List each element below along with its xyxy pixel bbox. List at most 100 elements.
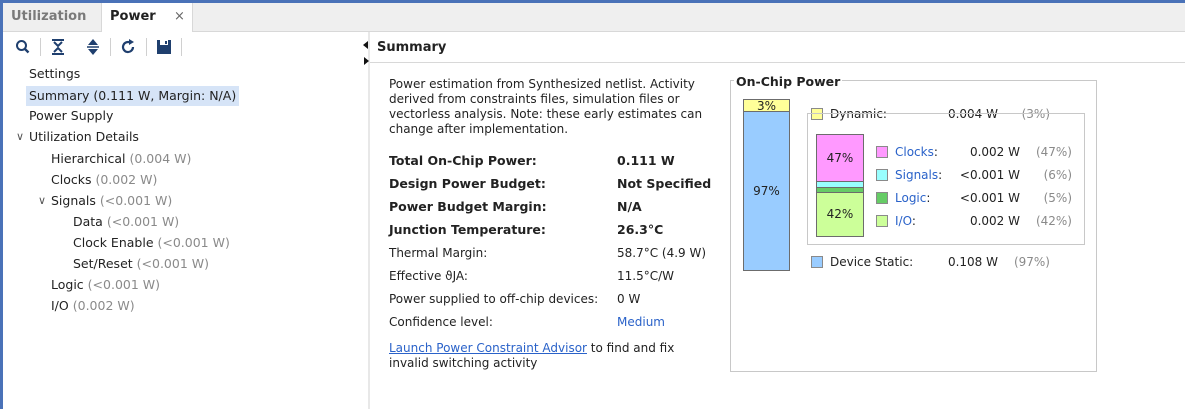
tree-item-label: Hierarchical <box>51 151 126 166</box>
toolbar <box>3 32 369 62</box>
tree-item-value: (<0.001 W) <box>136 256 209 271</box>
device-static-swatch <box>811 256 823 268</box>
static-bar-segment: 97% <box>744 112 789 270</box>
collapse-left-icon[interactable] <box>363 41 368 49</box>
device-static-label: Device Static: <box>830 255 914 269</box>
device-static-pct: (97%) <box>1013 255 1050 269</box>
logic-pct: (5%) <box>1043 191 1072 205</box>
clocks-link[interactable]: Clocks <box>895 145 934 159</box>
tree-item-label: Clock Enable <box>73 235 154 250</box>
tree-item-clocks[interactable]: Clocks (0.002 W) <box>51 170 157 190</box>
signals-link[interactable]: Signals <box>895 168 938 182</box>
label-colon: : <box>911 214 916 228</box>
breakdown-segment-label: 47% <box>826 151 854 165</box>
tree-item-label: Clocks <box>51 172 92 187</box>
clocks-value: 0.002 W <box>969 145 1020 159</box>
design-power-budget-label: Design Power Budget: <box>389 176 546 191</box>
dynamic-bar-label: 3% <box>756 99 777 113</box>
effective-theta-ja-value: 11.5°C/W <box>617 269 675 283</box>
tree-item-label: Signals <box>51 193 96 208</box>
tree-item-data[interactable]: Data (<0.001 W) <box>73 212 179 232</box>
tree-item-logic[interactable]: Logic (<0.001 W) <box>51 275 160 295</box>
tree-item-utilization-details[interactable]: Utilization Details <box>29 127 139 147</box>
breakdown-segment-clocks: 47% <box>817 135 863 182</box>
toolbar-separator <box>40 38 41 56</box>
off-chip-power-label: Power supplied to off-chip devices: <box>389 292 599 306</box>
tree-item-clock-enable[interactable]: Clock Enable (<0.001 W) <box>73 233 230 253</box>
summary-description: Power estimation from Synthesized netlis… <box>389 77 703 136</box>
signals-pct: (6%) <box>1043 168 1072 182</box>
off-chip-power-value: 0 W <box>617 292 641 306</box>
tree-item-label: Logic <box>51 277 84 292</box>
expand-all-icon[interactable] <box>83 37 103 57</box>
label-colon: : <box>926 191 931 205</box>
i-o-pct: (42%) <box>1035 214 1072 228</box>
clocks-pct: (47%) <box>1035 145 1072 159</box>
logic-label-row: Logic: <box>895 190 930 206</box>
tab-utilization-label: Utilization <box>11 9 87 24</box>
total-on-chip-power-label: Total On-Chip Power: <box>389 153 537 168</box>
i-o-swatch <box>876 215 888 227</box>
tree-item-label: Data <box>73 214 103 229</box>
close-icon[interactable]: × <box>174 3 185 31</box>
tree-item-value: (<0.001 W) <box>106 214 180 229</box>
chevron-down-icon[interactable]: ∨ <box>36 191 48 211</box>
save-icon[interactable] <box>154 37 174 57</box>
page-title: Summary <box>370 32 1185 63</box>
logic-value: <0.001 W <box>959 191 1020 205</box>
design-power-budget-value: Not Specified <box>617 176 712 191</box>
tree-item-settings[interactable]: Settings <box>29 64 80 84</box>
device-static-value: 0.108 W <box>947 255 998 269</box>
search-icon[interactable] <box>13 37 33 57</box>
dynamic-breakdown-bar: 47% 42% <box>816 134 864 237</box>
i-o-label-row: I/O: <box>895 213 916 229</box>
tree-item-label: I/O <box>51 298 69 313</box>
launch-advisor-text: Launch Power Constraint Advisor to find … <box>389 341 709 371</box>
panel-splitter[interactable] <box>368 32 370 409</box>
toolbar-separator <box>146 38 147 56</box>
tree-item-label: Utilization Details <box>29 129 139 144</box>
tree-item-power-supply[interactable]: Power Supply <box>29 106 113 126</box>
power-budget-margin-value: N/A <box>617 199 642 214</box>
breakdown-segment-label: 42% <box>826 207 854 221</box>
static-bar-label: 97% <box>753 184 780 198</box>
logic-link[interactable]: Logic <box>895 191 926 205</box>
tree-item-hierarchical[interactable]: Hierarchical (0.004 W) <box>51 149 191 169</box>
tree-item-label: Power Supply <box>29 108 114 123</box>
tab-power[interactable]: Power × <box>101 3 193 32</box>
clocks-label-row: Clocks: <box>895 144 938 160</box>
breakdown-segment-i-o: 42% <box>817 193 863 236</box>
toolbar-separator <box>110 38 111 56</box>
i-o-value: 0.002 W <box>969 214 1020 228</box>
chevron-down-icon[interactable]: ∨ <box>14 127 26 147</box>
junction-temperature-value: 26.3°C <box>617 222 664 237</box>
confidence-level-link[interactable]: Medium <box>617 312 665 332</box>
signals-label-row: Signals: <box>895 167 942 183</box>
effective-theta-ja-label: Effective ϑJA: <box>389 269 468 283</box>
navigation-tree: Settings Summary (0.111 W, Margin: N/A) … <box>3 62 368 409</box>
junction-temperature-label: Junction Temperature: <box>389 222 546 237</box>
tree-item-label: Summary (0.111 W, Margin: N/A) <box>29 88 237 103</box>
logic-swatch <box>876 192 888 204</box>
tab-power-label: Power <box>110 9 156 24</box>
collapse-all-icon[interactable] <box>48 37 68 57</box>
total-on-chip-power-value: 0.111 W <box>617 153 675 168</box>
total-power-bar: 3% 97% <box>743 99 790 271</box>
i-o-link[interactable]: I/O <box>895 214 912 228</box>
tree-item-io[interactable]: I/O (0.002 W) <box>51 296 135 316</box>
clocks-swatch <box>876 146 888 158</box>
tab-utilization[interactable]: Utilization <box>3 3 101 31</box>
tree-item-signals[interactable]: Signals (<0.001 W) <box>51 191 172 211</box>
refresh-icon[interactable] <box>118 37 138 57</box>
thermal-margin-label: Thermal Margin: <box>389 246 488 260</box>
tree-item-set-reset[interactable]: Set/Reset (<0.001 W) <box>73 254 209 274</box>
label-colon: : <box>933 145 938 159</box>
tree-item-value: (<0.001 W) <box>87 277 161 292</box>
launch-power-constraint-advisor-link[interactable]: Launch Power Constraint Advisor <box>389 341 587 355</box>
toolbar-separator <box>181 38 182 56</box>
tab-bar: Utilization Power × <box>3 3 1185 32</box>
tree-item-summary[interactable]: Summary (0.111 W, Margin: N/A) <box>26 86 240 106</box>
tree-item-value: (<0.001 W) <box>157 235 230 250</box>
confidence-level-label: Confidence level: <box>389 315 493 329</box>
signals-value: <0.001 W <box>959 168 1020 182</box>
